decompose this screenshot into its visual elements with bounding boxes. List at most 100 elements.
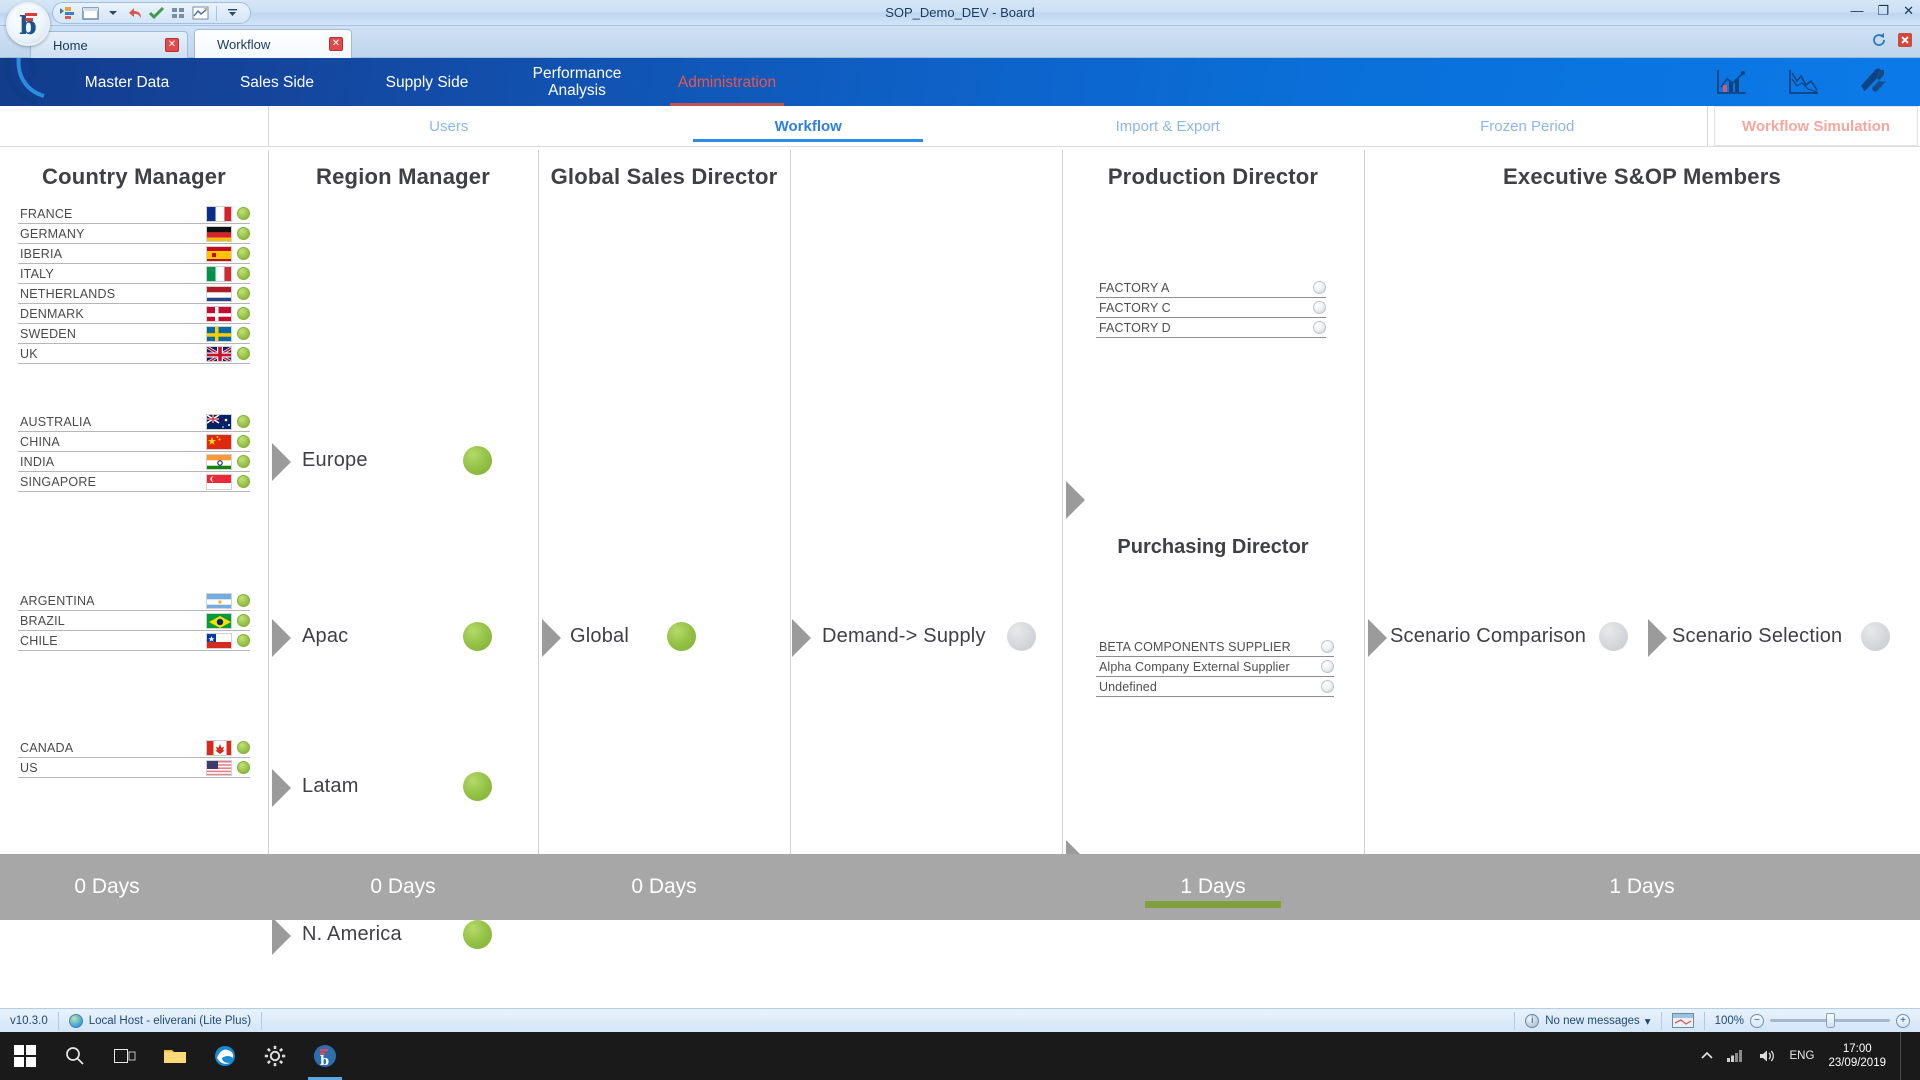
customize-icon[interactable]	[223, 5, 242, 22]
supplier-row[interactable]: BETA COMPONENTS SUPPLIER	[1096, 637, 1334, 657]
column-divider-2	[538, 150, 539, 854]
zoom-slider-track[interactable]	[1770, 1013, 1890, 1028]
global-node[interactable]: Global	[570, 622, 696, 651]
run-icon[interactable]	[59, 5, 78, 22]
country-row[interactable]: GERMANY	[18, 224, 250, 244]
tab-users[interactable]: Users	[269, 106, 629, 146]
sub-navigation: Users Workflow Import & Export Frozen Pe…	[268, 106, 1708, 146]
network-icon[interactable]	[1726, 1049, 1745, 1063]
volume-icon[interactable]	[1759, 1049, 1776, 1063]
chart-icon[interactable]	[191, 5, 210, 22]
country-row[interactable]: IBERIA	[18, 244, 250, 264]
chevron-down-icon[interactable]: ▾	[1645, 1014, 1651, 1028]
flag-canada-icon	[206, 739, 232, 756]
zoom-control[interactable]: 100% − +	[1705, 1009, 1920, 1033]
show-hidden-icons[interactable]	[1700, 1051, 1713, 1061]
flag-italy-icon	[206, 265, 232, 282]
region-node-apac[interactable]: Apac	[302, 622, 492, 651]
start-icon[interactable]	[0, 1032, 50, 1080]
country-row[interactable]: SWEDEN	[18, 324, 250, 344]
doc-tab-workflow[interactable]: Workflow ✕	[194, 29, 352, 58]
column-header-executive-members: Executive S&OP Members	[1503, 164, 1781, 189]
factory-row[interactable]: FACTORY A	[1096, 278, 1326, 298]
nav-item-performance-analysis[interactable]: Performance Analysis	[502, 58, 652, 106]
country-row[interactable]: UK	[18, 344, 250, 364]
bar-chart-icon[interactable]	[1714, 67, 1748, 97]
scenario-selection-node[interactable]: Scenario Selection	[1672, 622, 1890, 651]
minimize-icon[interactable]: —	[1850, 4, 1863, 18]
region-node-europe[interactable]: Europe	[302, 446, 492, 475]
quick-access-toolbar	[52, 2, 251, 24]
supplier-name: BETA COMPONENTS SUPPLIER	[1099, 639, 1291, 654]
tools-icon[interactable]	[1858, 67, 1892, 97]
workflow-simulation-button[interactable]: Workflow Simulation	[1714, 106, 1918, 146]
flow-arrow-factories	[1066, 481, 1085, 519]
task-view-icon[interactable]	[100, 1032, 150, 1080]
close-icon[interactable]: ✕	[165, 38, 179, 52]
nav-item-administration[interactable]: Administration	[652, 58, 802, 106]
status-dot-green	[237, 327, 250, 340]
country-row[interactable]: CHILE	[18, 631, 250, 651]
file-explorer-icon[interactable]	[150, 1032, 200, 1080]
layout-view-button[interactable]	[1662, 1009, 1704, 1033]
zoom-slider-thumb[interactable]	[1826, 1013, 1835, 1028]
country-row[interactable]: FRANCE	[18, 204, 250, 224]
clock[interactable]: 17:00 23/09/2019	[1828, 1042, 1886, 1070]
country-row[interactable]: AUSTRALIA	[18, 412, 250, 432]
flag-chile-icon	[206, 632, 232, 649]
zoom-in-button[interactable]: +	[1896, 1013, 1910, 1028]
country-row[interactable]: BRAZIL	[18, 611, 250, 631]
show-desktop-button[interactable]	[1900, 1032, 1906, 1080]
country-row[interactable]: SINGAPORE	[18, 472, 250, 492]
refresh-icon[interactable]	[1872, 33, 1886, 47]
factory-row[interactable]: FACTORY C	[1096, 298, 1326, 318]
tab-import-export[interactable]: Import & Export	[988, 106, 1348, 146]
window-icon[interactable]	[81, 5, 100, 22]
demand-supply-node[interactable]: Demand-> Supply	[822, 622, 1036, 651]
check-icon[interactable]	[147, 5, 166, 22]
flow-arrow-scenario-selection	[1648, 619, 1667, 657]
supplier-row[interactable]: Alpha Company External Supplier	[1096, 657, 1334, 677]
grid-icon[interactable]	[169, 5, 188, 22]
country-row[interactable]: CHINA	[18, 432, 250, 452]
scenario-comparison-node[interactable]: Scenario Comparison	[1390, 622, 1628, 651]
undo-icon[interactable]	[125, 5, 144, 22]
nav-item-sales-side[interactable]: Sales Side	[202, 58, 352, 106]
messages-indicator[interactable]: i No new messages ▾	[1515, 1009, 1660, 1033]
connection-info[interactable]: Local Host - eliverani (Lite Plus)	[59, 1009, 261, 1033]
region-node-namerica[interactable]: N. America	[302, 920, 492, 949]
search-icon[interactable]	[50, 1032, 100, 1080]
board-app-icon[interactable]: b	[300, 1032, 350, 1080]
maximize-icon[interactable]: ❐	[1877, 4, 1889, 18]
tab-workflow[interactable]: Workflow	[629, 106, 989, 146]
region-label: Apac	[302, 625, 349, 647]
nav-item-master-data[interactable]: Master Data	[52, 58, 202, 106]
country-row[interactable]: NETHERLANDS	[18, 284, 250, 304]
country-row[interactable]: INDIA	[18, 452, 250, 472]
tab-frozen-period[interactable]: Frozen Period	[1348, 106, 1708, 146]
days-cell-global-sales-director: 0 Days	[538, 854, 790, 920]
chevron-down-icon[interactable]	[103, 5, 122, 22]
country-row[interactable]: ARGENTINA	[18, 591, 250, 611]
close-icon[interactable]: ✕	[329, 37, 343, 51]
nav-item-supply-side[interactable]: Supply Side	[352, 58, 502, 106]
country-name: CHILE	[20, 633, 58, 648]
country-row[interactable]: ITALY	[18, 264, 250, 284]
settings-icon[interactable]	[250, 1032, 300, 1080]
line-chart-icon[interactable]	[1786, 67, 1820, 97]
doc-tab-home[interactable]: Home ✕	[30, 31, 188, 58]
edge-icon[interactable]	[200, 1032, 250, 1080]
supplier-row[interactable]: Undefined	[1096, 677, 1334, 697]
region-node-latam[interactable]: Latam	[302, 772, 492, 801]
country-row[interactable]: CANADA	[18, 738, 250, 758]
button-label: Workflow Simulation	[1741, 117, 1891, 135]
status-dot-green	[237, 761, 250, 774]
language-indicator[interactable]: ENG	[1790, 1050, 1815, 1062]
close-icon[interactable]: ✕	[1903, 4, 1914, 18]
zoom-out-button[interactable]: −	[1750, 1013, 1764, 1028]
close-all-icon[interactable]	[1898, 33, 1912, 47]
country-row[interactable]: DENMARK	[18, 304, 250, 324]
country-row[interactable]: US	[18, 758, 250, 778]
factory-row[interactable]: FACTORY D	[1096, 318, 1326, 338]
status-dot-green	[237, 347, 250, 360]
